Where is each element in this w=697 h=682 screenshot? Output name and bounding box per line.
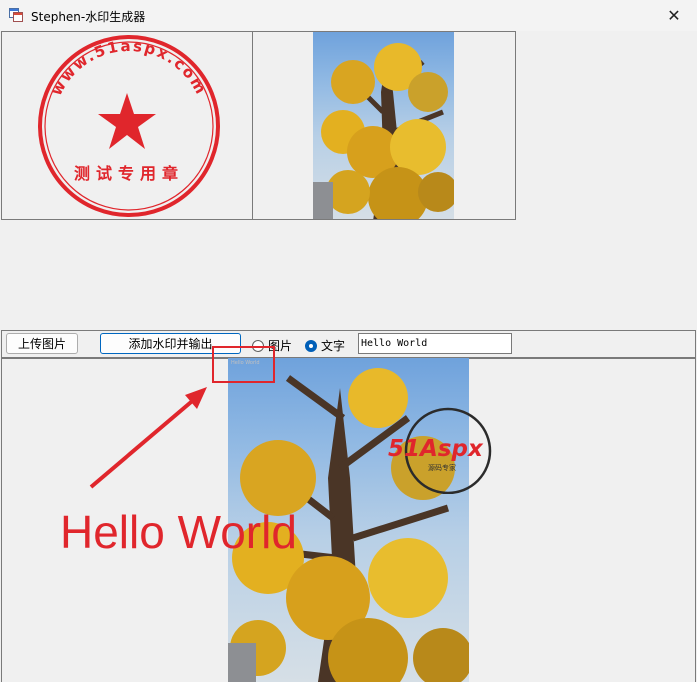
seal-stamp-image: www.51aspx.com 测试专用章 [38, 35, 220, 217]
svg-text:www.51aspx.com: www.51aspx.com [47, 37, 210, 99]
close-button[interactable]: ✕ [651, 0, 697, 31]
highlight-box [212, 346, 275, 383]
annotation-hello-label: Hello World [60, 506, 297, 558]
arrow-annotation-icon [89, 387, 207, 489]
stamp-url-text: www.51aspx.com [47, 37, 208, 99]
star-icon [98, 93, 156, 149]
source-photo [313, 32, 454, 219]
watermark-image-box[interactable]: www.51aspx.com 测试专用章 [1, 31, 253, 220]
brand-logo-subtext: 源码专家 [428, 463, 456, 472]
brand-logo-text: 51Aspx [388, 436, 484, 462]
app-window-icon [9, 8, 23, 22]
upload-image-button[interactable]: 上传图片 [6, 333, 78, 354]
close-icon: ✕ [667, 6, 681, 25]
stamp-caption: 测试专用章 [74, 164, 184, 183]
window-title: Stephen-水印生成器 [31, 10, 146, 24]
radio-button-checked[interactable] [305, 339, 317, 352]
source-image-box[interactable] [252, 31, 516, 220]
client-area: www.51aspx.com 测试专用章 上传图片 添加水印并输出 图片 文字 … [0, 31, 697, 682]
brand-logo-watermark: 51Aspx 源码专家 [388, 404, 512, 495]
watermark-text-input[interactable] [358, 333, 512, 354]
radio-text-label: 文字 [321, 339, 346, 353]
title-bar: Stephen-水印生成器 ✕ [0, 0, 697, 31]
radio-text-option[interactable]: 文字 [305, 337, 345, 354]
